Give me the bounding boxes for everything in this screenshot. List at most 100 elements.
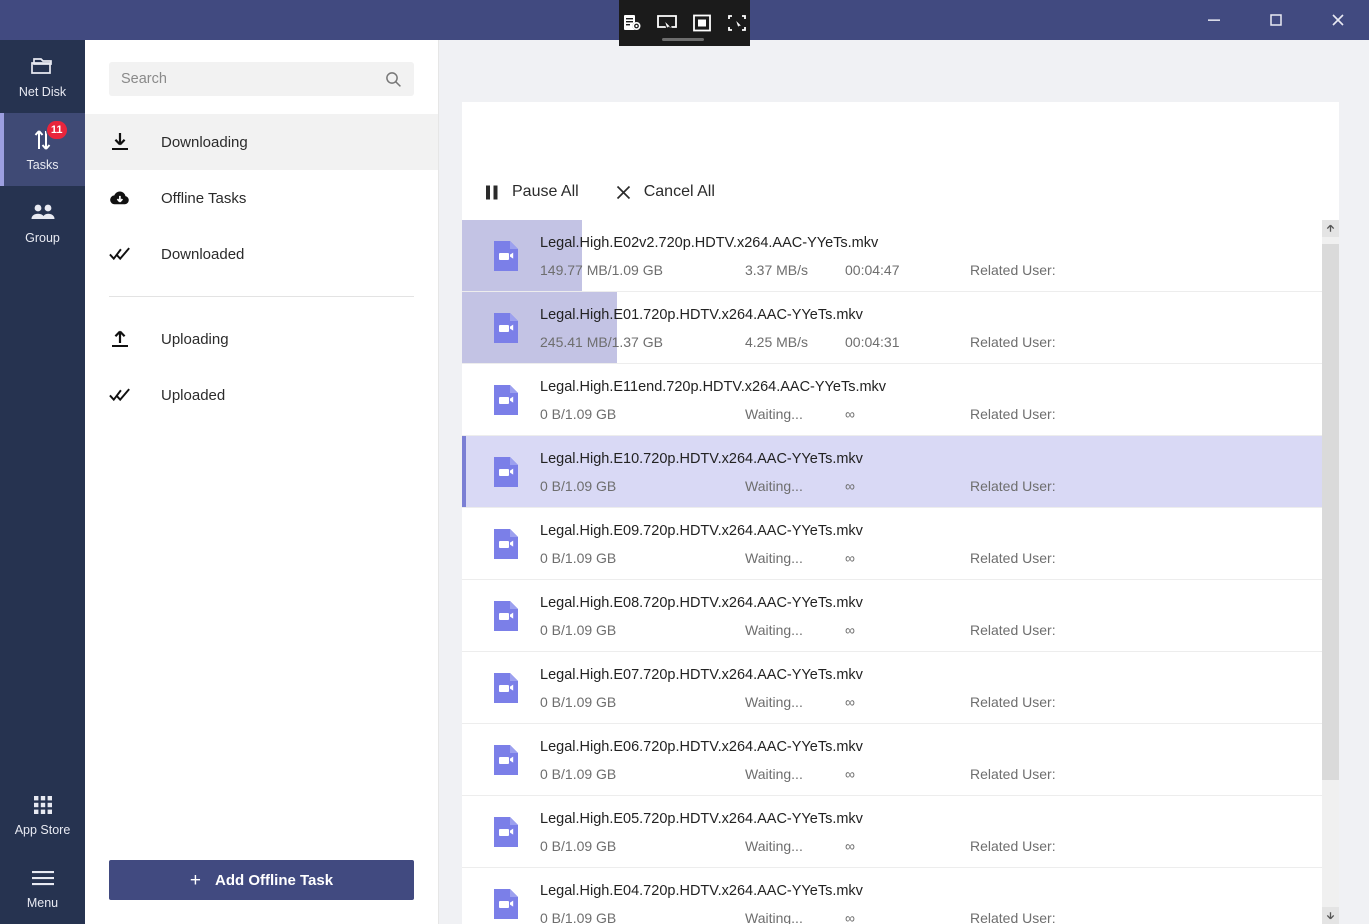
related-user-label: Related User: xyxy=(970,909,1056,924)
scroll-down-button[interactable] xyxy=(1322,907,1339,924)
task-filename: Legal.High.E05.720p.HDTV.x264.AAC-YYeTs.… xyxy=(540,810,863,827)
video-file-icon xyxy=(490,384,522,416)
task-eta: 00:04:47 xyxy=(845,261,900,278)
pause-all-button[interactable]: Pause All xyxy=(484,183,579,201)
plus-icon: + xyxy=(189,869,202,891)
capture-fullscreen-icon[interactable] xyxy=(690,10,715,36)
add-offline-task-button[interactable]: + Add Offline Task xyxy=(109,860,414,900)
related-user-value-redacted xyxy=(1063,551,1118,564)
capture-window-icon[interactable] xyxy=(654,10,679,36)
task-filename: Legal.High.E07.720p.HDTV.x264.AAC-YYeTs.… xyxy=(540,666,863,683)
search-icon[interactable] xyxy=(385,71,402,88)
double-check-icon xyxy=(109,387,131,403)
task-row[interactable]: Legal.High.E02v2.720p.HDTV.x264.AAC-YYeT… xyxy=(462,220,1322,292)
task-related-user: Related User: xyxy=(970,694,1115,710)
related-user-label: Related User: xyxy=(970,693,1056,710)
video-file-icon xyxy=(490,240,522,272)
task-list: Legal.High.E02v2.720p.HDTV.x264.AAC-YYeT… xyxy=(462,220,1322,924)
task-meta: 245.41 MB/1.37 GB 4.25 MB/s 00:04:31 Relate… xyxy=(540,334,1322,350)
maximize-button[interactable] xyxy=(1245,0,1307,40)
task-row[interactable]: Legal.High.E01.720p.HDTV.x264.AAC-YYeTs.… xyxy=(462,292,1322,364)
task-row[interactable]: Legal.High.E06.720p.HDTV.x264.AAC-YYeTs.… xyxy=(462,724,1322,796)
search-box[interactable] xyxy=(109,62,414,96)
task-speed: Waiting... xyxy=(745,477,803,494)
task-speed: Waiting... xyxy=(745,405,803,422)
task-speed: Waiting... xyxy=(745,549,803,566)
related-user-label: Related User: xyxy=(970,837,1056,854)
sidebar-label-uploading: Uploading xyxy=(161,330,229,348)
rail-item-net-disk[interactable]: Net Disk xyxy=(0,40,85,113)
sidebar-divider xyxy=(109,296,414,297)
task-row[interactable]: Legal.High.E04.720p.HDTV.x264.AAC-YYeTs.… xyxy=(462,868,1322,924)
transfer-icon: 11 xyxy=(31,120,68,153)
task-row[interactable]: Legal.High.E08.720p.HDTV.x264.AAC-YYeTs.… xyxy=(462,580,1322,652)
cancel-all-button[interactable]: Cancel All xyxy=(615,183,715,201)
task-info: Legal.High.E08.720p.HDTV.x264.AAC-YYeTs.… xyxy=(540,594,1322,638)
task-info: Legal.High.E01.720p.HDTV.x264.AAC-YYeTs.… xyxy=(540,306,1322,350)
task-row[interactable]: Legal.High.E11end.720p.HDTV.x264.AAC-YYe… xyxy=(462,364,1322,436)
task-speed: Waiting... xyxy=(745,837,803,854)
task-size: 0 B/1.09 GB xyxy=(540,693,617,710)
related-user-value-redacted xyxy=(1063,479,1118,492)
video-file-icon xyxy=(490,744,522,776)
related-user-label: Related User: xyxy=(970,405,1056,422)
related-user-value-redacted xyxy=(1063,335,1117,348)
hamburger-icon xyxy=(30,865,56,891)
sidebar-label-offline-tasks: Offline Tasks xyxy=(161,189,247,207)
related-user-label: Related User: xyxy=(970,549,1056,566)
task-row[interactable]: Legal.High.E07.720p.HDTV.x264.AAC-YYeTs.… xyxy=(462,652,1322,724)
scroll-up-button[interactable] xyxy=(1322,220,1339,237)
task-eta: ∞ xyxy=(845,549,855,566)
sidebar-item-downloaded[interactable]: Downloaded xyxy=(85,226,438,282)
task-related-user: Related User: xyxy=(970,766,1117,782)
video-file-icon xyxy=(490,672,522,704)
secondary-sidebar: Downloading Offline Tasks Downloaded xyxy=(85,40,439,924)
related-user-value-redacted xyxy=(1063,767,1117,780)
search-input[interactable] xyxy=(121,71,379,87)
related-user-value-redacted xyxy=(1063,407,1121,420)
task-size: 0 B/1.09 GB xyxy=(540,837,617,854)
related-user-label: Related User: xyxy=(970,765,1056,782)
task-info: Legal.High.E11end.720p.HDTV.x264.AAC-YYe… xyxy=(540,378,1322,422)
related-user-value-redacted xyxy=(1063,623,1113,636)
task-list-scrollbar[interactable] xyxy=(1322,220,1339,924)
scrollbar-track[interactable] xyxy=(1322,237,1339,907)
task-eta: 00:04:31 xyxy=(845,333,900,350)
task-info: Legal.High.E04.720p.HDTV.x264.AAC-YYeTs.… xyxy=(540,882,1322,924)
panel-top-gap xyxy=(462,102,1339,164)
rail-item-group[interactable]: Group xyxy=(0,186,85,259)
task-row[interactable]: Legal.High.E05.720p.HDTV.x264.AAC-YYeTs.… xyxy=(462,796,1322,868)
rail-label-menu: Menu xyxy=(26,896,59,910)
rail-item-app-store[interactable]: App Store xyxy=(0,778,85,851)
sidebar-item-uploading[interactable]: Uploading xyxy=(85,311,438,367)
task-filename: Legal.High.E08.720p.HDTV.x264.AAC-YYeTs.… xyxy=(540,594,863,611)
task-size: 149.77 MB/1.09 GB xyxy=(540,261,663,278)
rail-item-menu[interactable]: Menu xyxy=(0,851,85,924)
sidebar-footer: + Add Offline Task xyxy=(85,860,438,924)
sidebar-item-offline-tasks[interactable]: Offline Tasks xyxy=(85,170,438,226)
folder-icon xyxy=(30,54,56,80)
scrollbar-thumb[interactable] xyxy=(1322,243,1339,780)
task-row[interactable]: Legal.High.E10.720p.HDTV.x264.AAC-YYeTs.… xyxy=(462,436,1322,508)
task-panel: Pause All Cancel All Legal.High.E02v2.72… xyxy=(462,102,1339,924)
task-filename: Legal.High.E01.720p.HDTV.x264.AAC-YYeTs.… xyxy=(540,306,863,323)
video-file-icon xyxy=(490,600,522,632)
sidebar-item-downloading[interactable]: Downloading xyxy=(85,114,438,170)
task-related-user: Related User: xyxy=(970,622,1113,638)
rail-item-tasks[interactable]: 11 Tasks xyxy=(0,113,85,186)
task-info: Legal.High.E10.720p.HDTV.x264.AAC-YYeTs.… xyxy=(540,450,1322,494)
capture-toolbar-handle[interactable] xyxy=(662,38,704,41)
tasks-badge: 11 xyxy=(45,120,68,140)
video-file-icon xyxy=(490,456,522,488)
minimize-button[interactable] xyxy=(1183,0,1245,40)
task-row[interactable]: Legal.High.E09.720p.HDTV.x264.AAC-YYeTs.… xyxy=(462,508,1322,580)
capture-settings-icon[interactable] xyxy=(619,10,644,36)
sidebar-item-uploaded[interactable]: Uploaded xyxy=(85,367,438,423)
grid-icon xyxy=(32,792,54,818)
related-user-label: Related User: xyxy=(970,333,1056,350)
close-button[interactable] xyxy=(1307,0,1369,40)
task-eta: ∞ xyxy=(845,693,855,710)
capture-region-icon[interactable] xyxy=(725,10,750,36)
task-related-user: Related User: xyxy=(970,838,1116,854)
screen-capture-toolbar[interactable] xyxy=(619,0,750,46)
